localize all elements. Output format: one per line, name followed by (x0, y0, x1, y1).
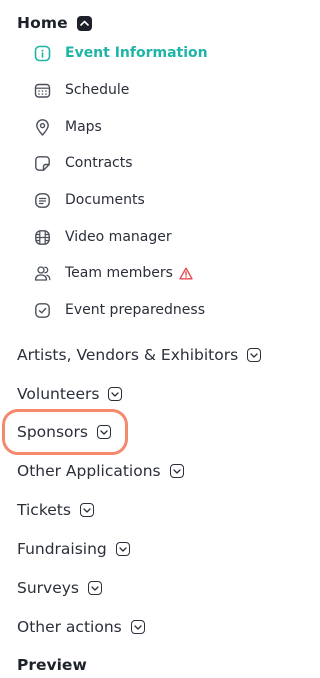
section-label: Tickets (17, 501, 71, 519)
team-icon (34, 265, 51, 282)
section-artists-vendors-exhibitors[interactable]: Artists, Vendors & Exhibitors (17, 343, 262, 367)
home-label: Home (17, 14, 68, 32)
sidebar-item-maps[interactable]: Maps (34, 115, 102, 139)
home-section-header[interactable]: Home (17, 12, 92, 34)
section-preview[interactable]: Preview (17, 653, 87, 677)
section-tickets[interactable]: Tickets (17, 498, 94, 522)
section-label: Other Applications (17, 462, 161, 480)
chevron-down-icon[interactable] (108, 387, 123, 401)
sidebar-item-label: Contracts (65, 155, 133, 171)
section-label: Other actions (17, 618, 122, 636)
chevron-down-icon[interactable] (169, 464, 184, 478)
chevron-down-icon[interactable] (88, 581, 102, 595)
sidebar-item-label: Maps (65, 119, 102, 135)
section-surveys[interactable]: Surveys (17, 576, 102, 600)
sidebar-item-video-manager[interactable]: Video manager (34, 225, 172, 249)
section-label: Preview (17, 656, 87, 674)
chevron-up-icon[interactable] (76, 15, 92, 31)
chevron-down-icon[interactable] (247, 348, 262, 362)
map-pin-icon (34, 118, 51, 136)
note-icon (34, 155, 51, 172)
section-label: Surveys (17, 579, 79, 597)
info-icon (34, 45, 51, 62)
sidebar-item-label: Event preparedness (65, 302, 205, 318)
sidebar-item-label: Schedule (65, 82, 130, 98)
sidebar-item-team-members[interactable]: Team members (34, 261, 193, 285)
sidebar-item-contracts[interactable]: Contracts (34, 151, 133, 175)
calendar-icon (34, 82, 51, 99)
film-icon (34, 229, 51, 246)
sidebar-item-schedule[interactable]: Schedule (34, 78, 129, 102)
sidebar-item-label: Documents (65, 192, 145, 208)
section-label: Artists, Vendors & Exhibitors (17, 346, 239, 364)
section-label: Volunteers (17, 385, 100, 403)
chevron-down-icon[interactable] (97, 425, 111, 439)
chevron-down-icon[interactable] (79, 503, 94, 517)
chevron-down-icon[interactable] (115, 542, 130, 556)
section-other-actions[interactable]: Other actions (17, 615, 145, 639)
section-fundraising[interactable]: Fundraising (17, 537, 130, 561)
warning-triangle-icon (179, 267, 193, 280)
sidebar-item-documents[interactable]: Documents (34, 188, 145, 212)
section-volunteers[interactable]: Volunteers (17, 382, 123, 406)
section-sponsors[interactable]: Sponsors (17, 420, 111, 444)
document-icon (34, 192, 51, 209)
section-label: Fundraising (17, 540, 107, 558)
chevron-down-icon[interactable] (130, 620, 145, 634)
section-label: Sponsors (17, 423, 88, 441)
sidebar-item-event-preparedness[interactable]: Event preparedness (34, 298, 205, 322)
section-other-applications[interactable]: Other Applications (17, 459, 184, 483)
check-square-icon (34, 302, 51, 319)
sidebar-item-event-information[interactable]: Event Information (34, 41, 208, 65)
sidebar-item-label: Event Information (65, 45, 208, 61)
sidebar-item-label: Team members (65, 265, 173, 281)
sidebar-item-label: Video manager (65, 229, 172, 245)
